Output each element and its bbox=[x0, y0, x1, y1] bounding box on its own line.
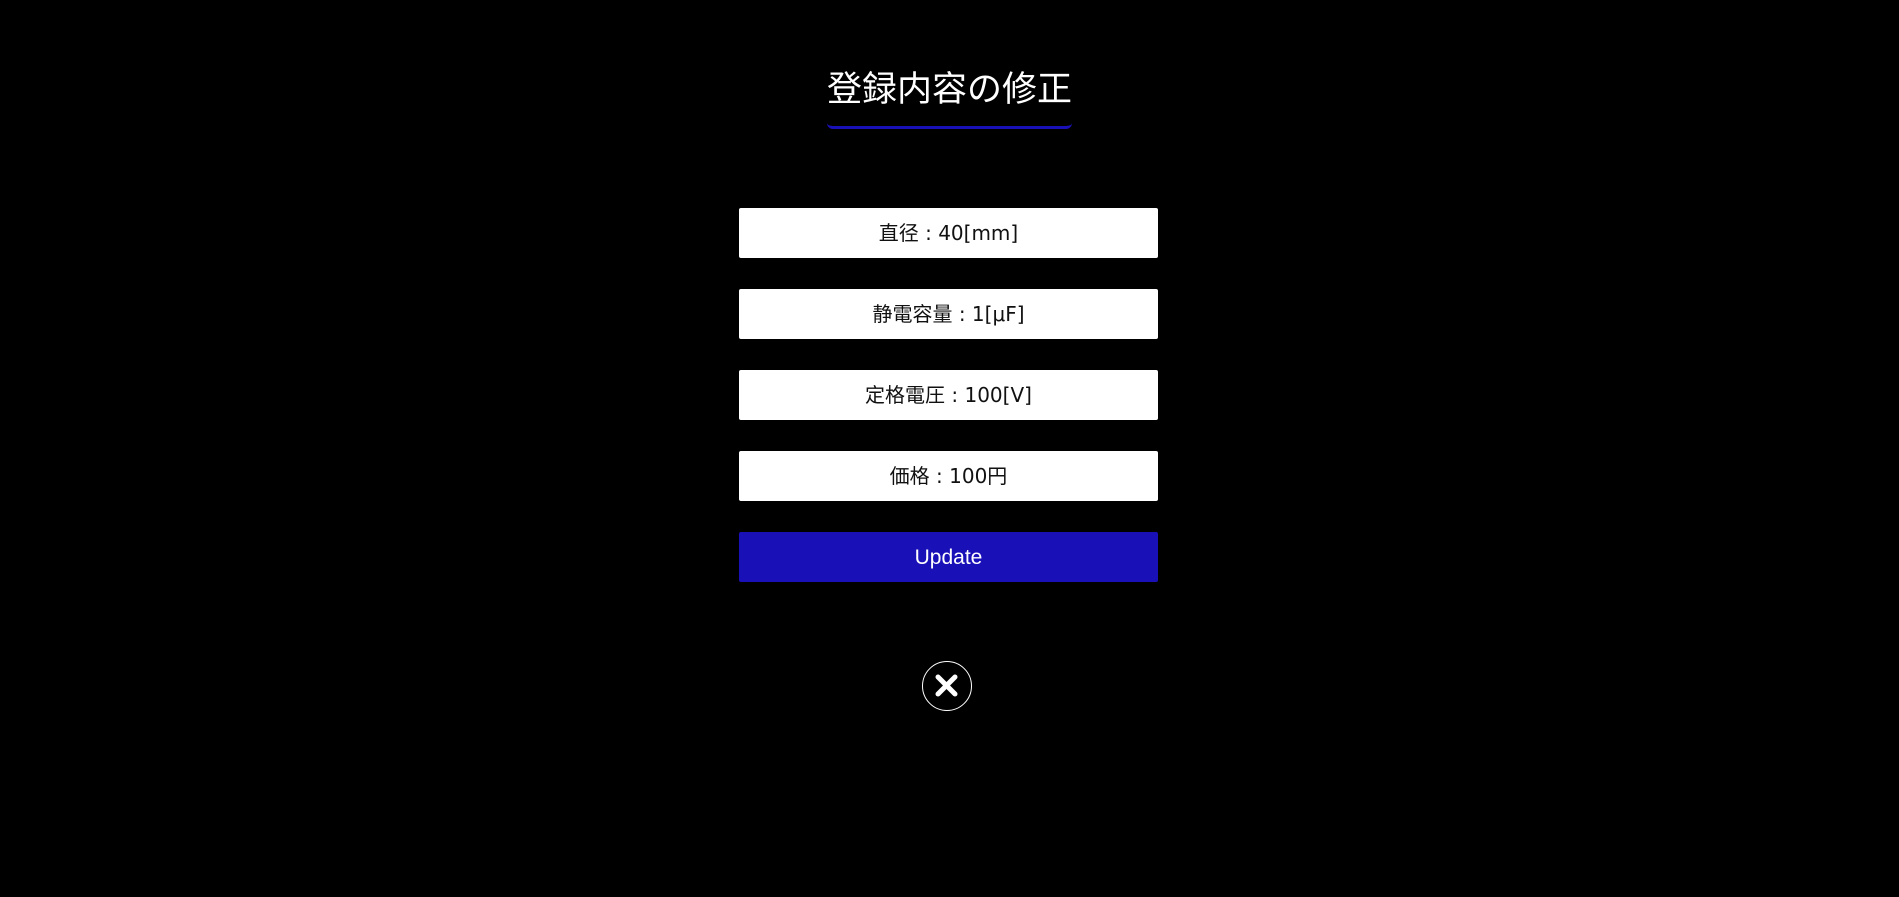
update-button[interactable]: Update bbox=[739, 532, 1158, 582]
rated-voltage-field[interactable]: 定格電圧 : 100[V] bbox=[739, 370, 1158, 420]
price-field[interactable]: 価格 : 100円 bbox=[739, 451, 1158, 501]
title-container: 登録内容の修正 bbox=[0, 64, 1899, 129]
page-title: 登録内容の修正 bbox=[826, 64, 1072, 129]
close-button[interactable] bbox=[922, 661, 972, 711]
close-icon bbox=[935, 674, 958, 697]
capacitance-field[interactable]: 静電容量 : 1[μF] bbox=[739, 289, 1158, 339]
diameter-field[interactable]: 直径 : 40[mm] bbox=[739, 208, 1158, 258]
edit-registration-page: 登録内容の修正 直径 : 40[mm] 静電容量 : 1[μF] 定格電圧 : … bbox=[0, 0, 1899, 897]
edit-form: 直径 : 40[mm] 静電容量 : 1[μF] 定格電圧 : 100[V] 価… bbox=[739, 208, 1158, 582]
